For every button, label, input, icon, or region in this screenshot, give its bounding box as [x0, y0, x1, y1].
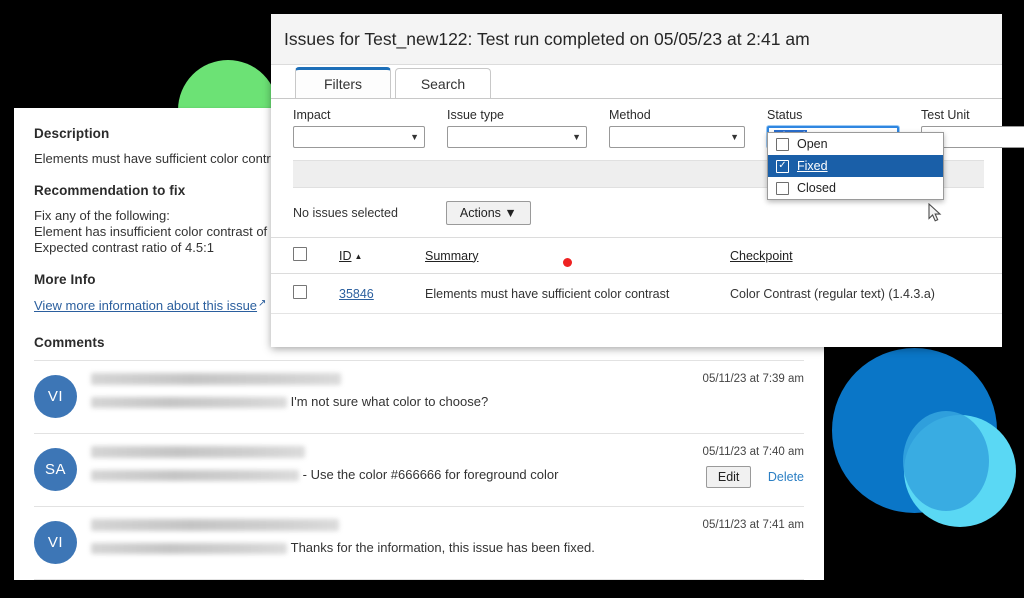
checkbox-icon[interactable] — [776, 137, 789, 151]
actions-button-label: Actions — [459, 206, 501, 220]
add-comment-label[interactable]: Add Comment — [34, 579, 804, 580]
status-option-open[interactable]: Open — [768, 133, 943, 155]
filter-status-label: Status — [767, 108, 803, 122]
status-dropdown-list: Open ✓ Fixed Closed — [767, 132, 944, 200]
comment-meta: 05/11/23 at 7:41 am — [634, 517, 804, 539]
sort-ascending-icon: ▲ — [354, 251, 363, 261]
status-option-closed-label: Closed — [797, 181, 836, 195]
issue-id-link[interactable]: 35846 — [339, 287, 374, 301]
selection-status-text: No issues selected — [293, 206, 398, 220]
column-header-id-label: ID — [339, 248, 352, 263]
comment-timestamp: 05/11/23 at 7:40 am — [702, 446, 804, 458]
select-all-header — [271, 237, 339, 274]
chevron-down-icon: ▼ — [504, 206, 517, 220]
comment-timestamp: 05/11/23 at 7:39 am — [702, 373, 804, 385]
avatar: SA — [34, 448, 77, 491]
decorative-overlap-circle — [903, 411, 989, 511]
comment-body: Thanks for the information, this issue h… — [91, 517, 634, 555]
comment-text: Thanks for the information, this issue h… — [290, 540, 595, 555]
annotation-marker-dot — [563, 258, 572, 267]
redacted-author — [91, 519, 339, 531]
actions-button[interactable]: Actions ▼ — [445, 201, 531, 225]
modal-header: Issues for Test_new122: Test run complet… — [271, 14, 1002, 65]
external-link-icon: ↗ — [258, 298, 267, 309]
row-id-cell: 35846 — [339, 273, 425, 314]
more-info-link[interactable]: View more information about this issue↗ — [34, 298, 266, 313]
row-checkbox[interactable] — [293, 285, 307, 299]
chevron-down-icon: ▼ — [410, 131, 419, 142]
issues-table: ID ▲ Summary Checkpoint 35846 Elements m… — [271, 237, 1002, 314]
filter-method-label: Method — [609, 108, 651, 122]
status-option-open-label: Open — [797, 137, 828, 151]
cursor-arrow-icon — [928, 202, 942, 222]
comment-item: VI I'm not sure what color to choose? 05… — [34, 360, 804, 433]
filter-issue-type: Issue type ▼ — [447, 108, 587, 148]
row-checkpoint-cell: Color Contrast (regular text) (1.4.3.a) — [730, 273, 1002, 314]
filters-pane: Impact ▼ Issue type ▼ Method ▼ Status Op… — [271, 98, 1024, 200]
more-info-link-label: View more information about this issue — [34, 298, 258, 313]
column-header-checkpoint[interactable]: Checkpoint — [730, 237, 1002, 274]
status-option-closed[interactable]: Closed — [768, 177, 943, 199]
delete-comment-link[interactable]: Delete — [768, 470, 804, 484]
filter-impact: Impact ▼ — [293, 108, 425, 148]
avatar: VI — [34, 375, 77, 418]
comment-body: - Use the color #666666 for foreground c… — [91, 444, 634, 482]
table-row: 35846 Elements must have sufficient colo… — [271, 273, 1002, 314]
column-header-summary-label: Summary — [425, 248, 479, 263]
issues-modal: Issues for Test_new122: Test run complet… — [271, 14, 1024, 347]
filter-status: Status Fixed ▼ Open ✓ Fixed — [767, 108, 944, 200]
filter-impact-label: Impact — [293, 108, 331, 122]
comment-timestamp: 05/11/23 at 7:41 am — [702, 519, 804, 531]
tab-filters[interactable]: Filters — [295, 67, 391, 98]
checkbox-icon[interactable] — [776, 181, 789, 195]
edit-comment-button[interactable]: Edit — [705, 466, 752, 488]
chevron-down-icon: ▼ — [730, 131, 739, 142]
status-option-fixed[interactable]: ✓ Fixed — [768, 155, 943, 177]
comment-meta: 05/11/23 at 7:39 am — [634, 371, 804, 393]
method-select[interactable]: ▼ — [609, 126, 745, 148]
tab-filters-label: Filters — [323, 76, 363, 92]
chevron-down-icon: ▼ — [572, 131, 581, 142]
column-header-summary[interactable]: Summary — [425, 237, 730, 274]
comment-item: SA - Use the color #666666 for foregroun… — [34, 433, 804, 506]
comment-text: I'm not sure what color to choose? — [290, 394, 489, 409]
comment-meta: 05/11/23 at 7:40 am Edit Delete — [634, 444, 804, 488]
tab-strip: Filters Search — [271, 65, 1002, 98]
redacted-mention — [91, 397, 287, 409]
row-summary-cell: Elements must have sufficient color cont… — [425, 273, 730, 314]
redacted-mention — [91, 470, 299, 482]
tab-search-label: Search — [420, 75, 466, 92]
redacted-mention — [91, 543, 287, 555]
filter-issue-type-label: Issue type — [447, 108, 504, 122]
column-header-id[interactable]: ID ▲ — [339, 237, 425, 274]
issue-type-select[interactable]: ▼ — [447, 126, 587, 148]
comment-text: - Use the color #666666 for foreground c… — [302, 467, 559, 482]
modal-title: Issues for Test_new122: Test run complet… — [284, 28, 810, 49]
impact-select[interactable]: ▼ — [293, 126, 425, 148]
tab-search[interactable]: Search — [395, 68, 491, 98]
status-option-fixed-label: Fixed — [797, 159, 828, 173]
redacted-author — [91, 373, 341, 385]
comment-body: I'm not sure what color to choose? — [91, 371, 634, 409]
comment-item: VI Thanks for the information, this issu… — [34, 506, 804, 579]
filter-row: Impact ▼ Issue type ▼ Method ▼ Status Op… — [293, 108, 1024, 200]
redacted-author — [91, 446, 305, 458]
mouse-cursor — [928, 202, 942, 228]
table-footer — [271, 314, 1002, 330]
checkbox-checked-icon[interactable]: ✓ — [776, 159, 789, 173]
avatar: VI — [34, 521, 77, 564]
comment-list: VI I'm not sure what color to choose? 05… — [34, 360, 804, 579]
select-all-checkbox[interactable] — [293, 247, 307, 261]
filter-method: Method ▼ — [609, 108, 745, 148]
row-select-cell — [271, 273, 339, 314]
screenshot-stage: Description Elements must have sufficien… — [0, 0, 1024, 598]
table-header-row: ID ▲ Summary Checkpoint — [271, 237, 1002, 274]
column-header-checkpoint-label: Checkpoint — [730, 248, 793, 263]
filter-test-unit-label: Test Unit — [921, 108, 970, 122]
